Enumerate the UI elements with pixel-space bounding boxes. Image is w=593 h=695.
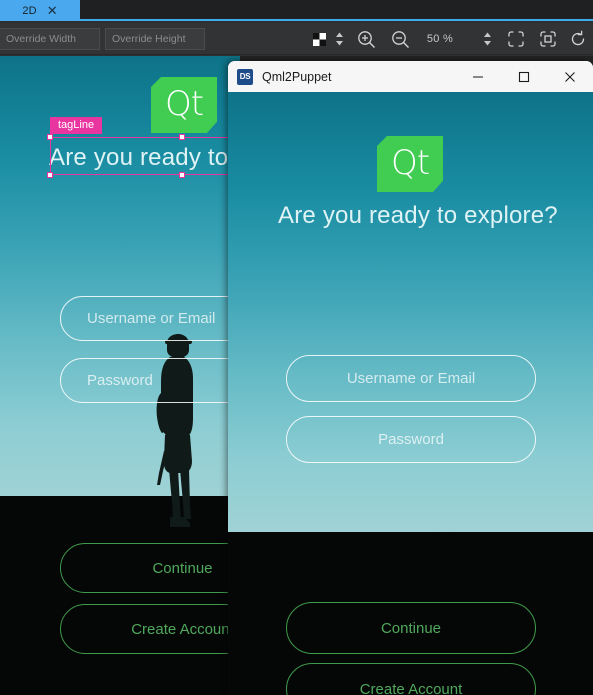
selection-handle-bottom-left[interactable] xyxy=(47,172,53,178)
zoom-level-label: 50 % xyxy=(426,33,454,45)
tab-2d-label: 2D xyxy=(22,4,37,17)
selection-handle-bottom-center[interactable] xyxy=(179,172,185,178)
username-placeholder-right: Username or Email xyxy=(346,370,476,387)
tagline-text-right: Are you ready to explore? xyxy=(278,202,558,229)
qml2puppet-content[interactable]: Qt Are you ready to explore? Username or… xyxy=(228,92,593,695)
continue-label-left: Continue xyxy=(152,559,213,577)
updown-stepper-icon[interactable] xyxy=(330,23,348,55)
window-title-bar[interactable]: DS Qml2Puppet xyxy=(228,61,593,92)
window-title: Qml2Puppet xyxy=(262,69,332,84)
maximize-icon[interactable] xyxy=(501,61,547,92)
qt-logo-right: Qt xyxy=(377,136,443,192)
zoom-level-value[interactable]: 50 % xyxy=(418,23,462,55)
selection-handle-top-center[interactable] xyxy=(179,134,185,140)
continue-button-left[interactable]: Continue xyxy=(60,543,240,593)
create-account-label-left: Create Account xyxy=(131,620,234,638)
password-field-left[interactable]: Password xyxy=(60,358,240,403)
password-placeholder-right: Password xyxy=(378,431,444,448)
selection-component-label[interactable]: tagLine xyxy=(50,117,103,134)
zoom-fit-selection-icon[interactable] xyxy=(504,23,528,55)
qt-logo-text: Qt xyxy=(164,83,204,124)
create-account-button-right[interactable]: Create Account xyxy=(286,663,536,695)
app-scene-right: Qt Are you ready to explore? Username or… xyxy=(228,92,593,695)
password-placeholder-left: Password xyxy=(87,372,153,389)
continue-button-right[interactable]: Continue xyxy=(286,602,536,654)
contrast-toggle-icon[interactable] xyxy=(308,23,330,55)
create-account-label-right: Create Account xyxy=(359,680,463,695)
zoom-fit-canvas-icon[interactable] xyxy=(536,23,560,55)
continue-label-right: Continue xyxy=(380,619,442,637)
screen-root: 2D ✕ Override Width Override Height 50 %… xyxy=(0,0,593,695)
close-icon[interactable]: ✕ xyxy=(47,4,58,17)
password-field-right[interactable]: Password xyxy=(286,416,536,463)
username-placeholder-left: Username or Email xyxy=(87,310,216,327)
override-width-placeholder: Override Width xyxy=(6,33,77,45)
selection-handle-top-left[interactable] xyxy=(47,134,53,140)
zoom-stepper-icon[interactable] xyxy=(478,23,496,55)
ds-icon: DS xyxy=(237,68,253,85)
reset-view-icon[interactable] xyxy=(566,23,590,55)
zoom-out-icon[interactable] xyxy=(388,23,412,55)
override-height-placeholder: Override Height xyxy=(112,33,186,45)
qt-logo-text-right: Qt xyxy=(390,142,430,183)
tab-2d[interactable]: 2D ✕ xyxy=(0,0,80,21)
override-width-input[interactable]: Override Width xyxy=(0,28,100,50)
design-canvas[interactable]: Qt Are you ready to explore? Username or… xyxy=(0,56,593,695)
minimize-icon[interactable] xyxy=(455,61,501,92)
canvas-toolbar: Override Width Override Height 50 % xyxy=(0,23,593,55)
username-field-left[interactable]: Username or Email xyxy=(60,296,240,341)
window-controls xyxy=(455,61,593,92)
editor-tab-bar: 2D ✕ xyxy=(0,0,593,21)
override-height-input[interactable]: Override Height xyxy=(105,28,205,50)
qml2puppet-window[interactable]: DS Qml2Puppet Qt Are you ready to explor… xyxy=(228,61,593,695)
qt-logo: Qt xyxy=(151,77,217,133)
selection-bounding-box xyxy=(50,137,240,175)
ds-icon-label: DS xyxy=(239,72,251,81)
close-icon[interactable] xyxy=(547,61,593,92)
username-field-right[interactable]: Username or Email xyxy=(286,355,536,402)
create-account-button-left[interactable]: Create Account xyxy=(60,604,240,654)
zoom-in-icon[interactable] xyxy=(354,23,378,55)
form-editor-preview[interactable]: Qt Are you ready to explore? Username or… xyxy=(0,56,240,695)
